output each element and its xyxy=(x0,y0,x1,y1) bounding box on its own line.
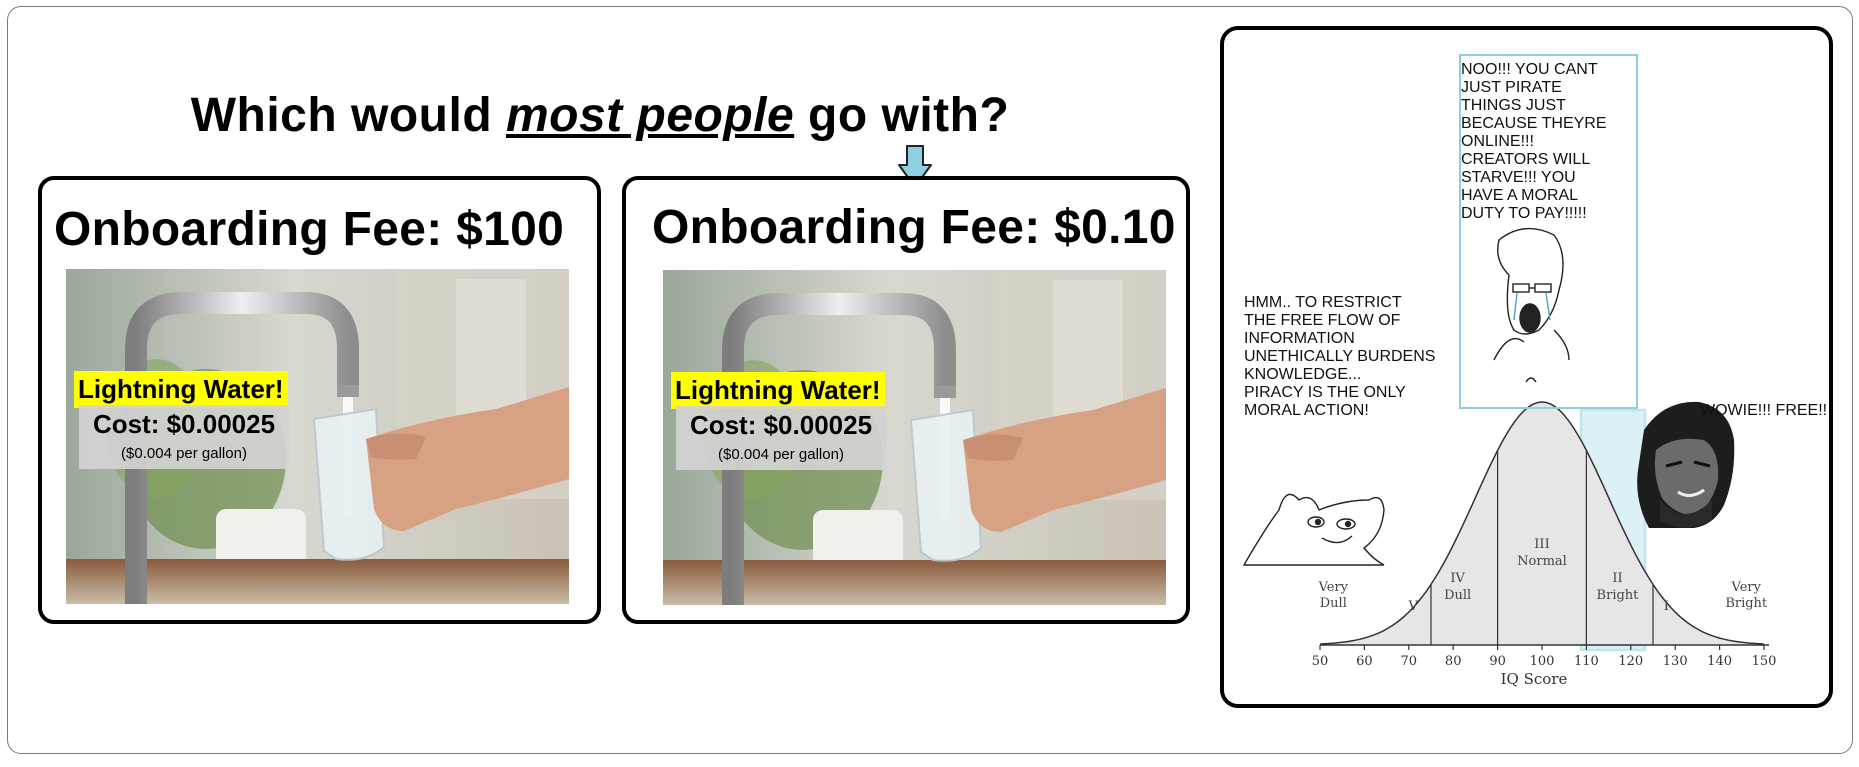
tick-label: 140 xyxy=(1707,654,1732,669)
question-heading: Which would most people go with? xyxy=(0,88,1200,143)
onboarding-fee-title: Onboarding Fee: $100 xyxy=(54,203,565,256)
product-headline: Lightning Water! xyxy=(671,372,885,409)
zone-roman-label: III xyxy=(1534,537,1549,552)
tick-label: 70 xyxy=(1401,654,1418,669)
zone-label: Dull xyxy=(1444,588,1471,603)
cost-box: Cost: $0.00025 ($0.004 per gallon) xyxy=(79,405,289,469)
cost-box: Cost: $0.00025 ($0.004 per gallon) xyxy=(676,406,886,470)
water-faucet-photo: Lightning Water! Cost: $0.00025 ($0.004 … xyxy=(66,269,569,604)
cost-label: Cost: $0.00025 xyxy=(92,409,276,439)
water-faucet-photo: Lightning Water! Cost: $0.00025 ($0.004 … xyxy=(663,270,1166,605)
option-card-a: Onboarding Fee: $100 Lightning Water! Co… xyxy=(38,176,601,624)
zone-label: Bright xyxy=(1597,588,1640,603)
question-after: go with? xyxy=(794,89,1010,142)
zone-roman-label: IV xyxy=(1450,571,1465,586)
tick-label: 100 xyxy=(1530,654,1555,669)
tick-label: 60 xyxy=(1356,654,1373,669)
zone-label: Dull xyxy=(1320,596,1347,611)
question-emphasis: most people xyxy=(505,89,795,142)
zone-label: Very xyxy=(1318,580,1349,595)
option-card-b: Onboarding Fee: $0.10 Lightning Water! C… xyxy=(622,176,1190,624)
product-headline: Lightning Water! xyxy=(74,371,288,408)
zone-roman-label: V xyxy=(1408,599,1419,614)
tick-label: 110 xyxy=(1574,654,1599,669)
chad-speech-text: WOWIE!!! FREE!! xyxy=(1700,402,1828,419)
tick-label: 50 xyxy=(1312,654,1329,669)
tick-label: 130 xyxy=(1663,654,1688,669)
x-axis-label: IQ Score xyxy=(1501,670,1568,688)
tick-label: 120 xyxy=(1618,654,1643,669)
zone-label: Normal xyxy=(1517,554,1567,569)
brainlet-speech-text: HMM.. TO RESTRICT THE FREE FLOW OF INFOR… xyxy=(1244,294,1436,419)
soyjak-speech-text: NOO!!! YOU CANT JUST PIRATE THINGS JUST … xyxy=(1461,61,1607,222)
iq-bell-curve-meme: 50 60 70 80 90 100 110 120 130 140 150 IQ Score Ve… xyxy=(1220,26,1833,708)
zone-roman-label: II xyxy=(1612,571,1622,586)
per-gallon-label: ($0.004 per gallon) xyxy=(718,446,844,463)
tick-label: 90 xyxy=(1489,654,1506,669)
question-before: Which would xyxy=(190,89,506,142)
cost-label: Cost: $0.00025 xyxy=(689,410,873,440)
tick-label: 150 xyxy=(1752,654,1777,669)
brainlet-face-icon xyxy=(1242,493,1385,566)
tick-label: 80 xyxy=(1445,654,1462,669)
chad-face-icon xyxy=(1637,401,1735,528)
zone-roman-label: I xyxy=(1664,599,1669,614)
per-gallon-label: ($0.004 per gallon) xyxy=(121,445,247,462)
zone-label: Bright xyxy=(1725,596,1768,611)
zone-label: Very xyxy=(1731,580,1762,595)
onboarding-fee-title: Onboarding Fee: $0.10 xyxy=(652,201,1176,254)
